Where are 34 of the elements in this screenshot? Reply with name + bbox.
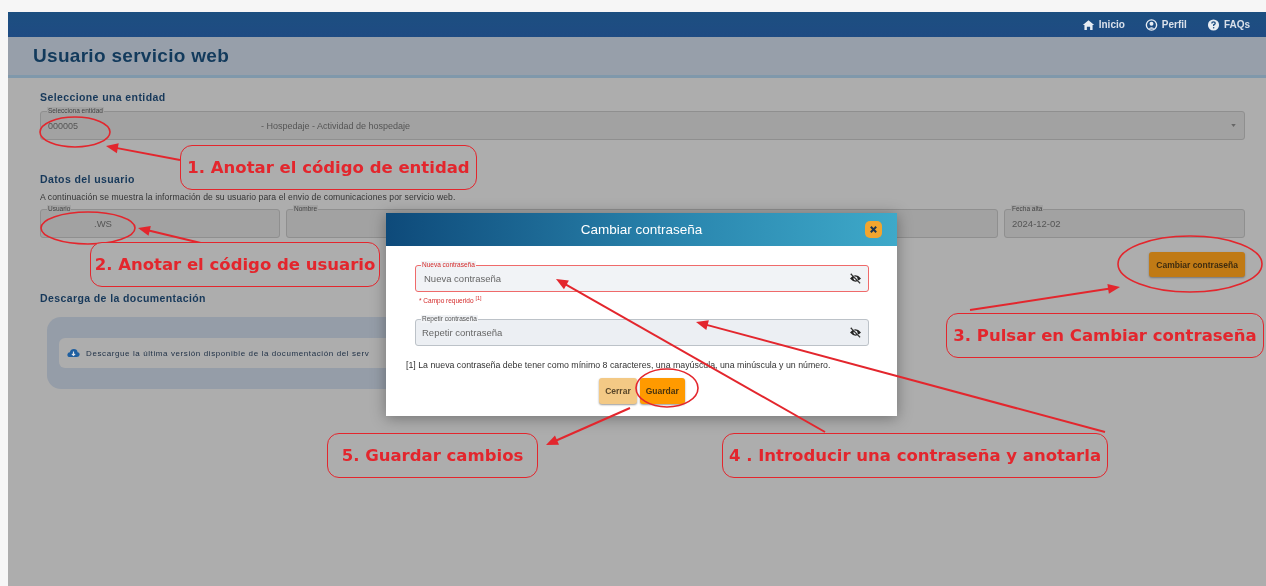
intro-text: A continuación se muestra la información de su usuario para el envio de comunicaciones por servicio web. xyxy=(40,192,456,202)
nav-link[interactable]: Inicio xyxy=(1081,18,1125,31)
field-value: 2024-12-02 xyxy=(1012,218,1061,229)
cloud-download-icon xyxy=(67,348,80,358)
field-placeholder: Repetir contraseña xyxy=(422,327,504,339)
close-icon xyxy=(869,225,878,234)
save-button[interactable]: Guardar xyxy=(639,378,685,405)
change-password-button[interactable]: Cambiar contraseña xyxy=(1149,252,1245,277)
annotation-ellipse xyxy=(635,368,699,408)
annotation-callout: 1. Anotar el código de entidad xyxy=(180,145,477,190)
annotation-callout: 2. Anotar el código de usuario xyxy=(90,242,380,287)
section-heading: Datos del usuario xyxy=(40,173,135,185)
close-dialog-button[interactable]: Cerrar xyxy=(599,378,637,405)
user-icon xyxy=(1144,18,1158,31)
annotation-ellipse xyxy=(39,116,111,148)
home-icon xyxy=(1081,18,1095,31)
help-icon xyxy=(1206,18,1220,31)
annotation-callout: 3. Pulsar en Cambiar contraseña xyxy=(946,313,1264,358)
select-description: - Hospedaje - Actividad de hospedaje xyxy=(261,120,411,131)
eye-slash-icon[interactable] xyxy=(849,273,862,284)
section-heading: Descarga de la documentación xyxy=(40,292,206,304)
caret-icon xyxy=(1231,124,1236,127)
eye-slash-icon[interactable] xyxy=(849,327,862,339)
select-value: 000005 xyxy=(48,120,80,131)
field-placeholder: Nueva contraseña xyxy=(424,273,503,284)
page-title: Usuario servicio web xyxy=(33,45,230,67)
section-heading: Seleccione una entidad xyxy=(40,91,166,103)
annotation-callout: 4 . Introducir una contraseña y anotarla xyxy=(722,433,1108,478)
nav-link[interactable]: FAQs xyxy=(1206,18,1250,31)
close-button[interactable] xyxy=(865,221,882,238)
field-value: .WS xyxy=(94,218,112,229)
dialog-title: Cambiar contraseña xyxy=(580,222,703,237)
annotation-callout: 5. Guardar cambios xyxy=(327,433,538,478)
nav-link[interactable]: Perfil xyxy=(1144,18,1187,31)
